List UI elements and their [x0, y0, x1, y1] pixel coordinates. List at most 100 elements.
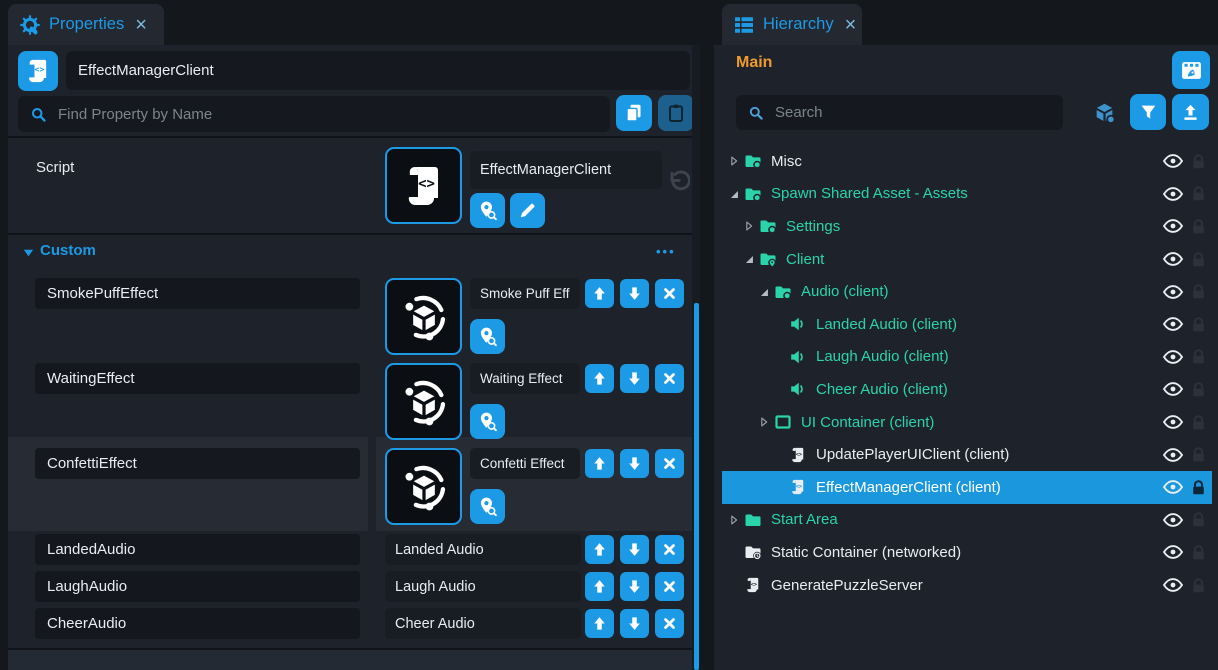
visibility-eye-icon[interactable] [1162, 541, 1184, 563]
tree-item-misc[interactable]: Misc [722, 145, 1212, 178]
tree-item-settings[interactable]: Settings [722, 210, 1212, 243]
collapsed-arrow-icon[interactable] [741, 219, 757, 233]
visibility-eye-icon[interactable] [1162, 476, 1184, 498]
hierarchy-search-field[interactable] [736, 95, 1063, 130]
asset-thumbnail[interactable] [385, 448, 462, 525]
collapsed-arrow-icon[interactable] [756, 415, 772, 429]
expanded-arrow-icon[interactable] [741, 252, 757, 266]
lock-icon[interactable] [1190, 414, 1207, 431]
script-edit-button[interactable] [510, 193, 545, 228]
tree-item-cheer-audio-client[interactable]: Cheer Audio (client) [722, 373, 1212, 406]
asset-thumbnail[interactable] [385, 363, 462, 440]
entity-value-field[interactable]: Cheer Audio [385, 608, 581, 639]
lock-icon[interactable] [1190, 218, 1207, 235]
collapsed-arrow-icon[interactable] [726, 154, 742, 168]
visibility-eye-icon[interactable] [1162, 509, 1184, 531]
lock-icon[interactable] [1190, 185, 1207, 202]
remove-button[interactable] [655, 535, 684, 564]
filter-button[interactable] [1130, 94, 1166, 130]
move-down-button[interactable] [620, 609, 649, 638]
visibility-eye-icon[interactable] [1162, 215, 1184, 237]
tree-item-start-area[interactable]: Start Area [722, 504, 1212, 537]
entity-value-field[interactable]: Laugh Audio [385, 571, 581, 602]
remove-button[interactable] [655, 449, 684, 478]
lock-icon[interactable] [1190, 316, 1207, 333]
tab-hierarchy-close-icon[interactable]: × [845, 15, 857, 35]
preview-world-button[interactable] [1172, 51, 1210, 89]
tree-item-laugh-audio-client[interactable]: Laugh Audio (client) [722, 341, 1212, 374]
tree-item-audio-client[interactable]: Audio (client) [722, 275, 1212, 308]
asset-value-field[interactable]: Waiting Effect [470, 363, 580, 394]
locate-asset-button[interactable] [470, 319, 505, 354]
visibility-eye-icon[interactable] [1162, 411, 1184, 433]
locate-asset-button[interactable] [470, 489, 505, 524]
property-search-field[interactable] [18, 96, 610, 132]
lock-icon[interactable] [1190, 446, 1207, 463]
tree-item-landed-audio-client[interactable]: Landed Audio (client) [722, 308, 1212, 341]
move-down-button[interactable] [620, 279, 649, 308]
move-up-button[interactable] [585, 449, 614, 478]
visibility-eye-icon[interactable] [1162, 346, 1184, 368]
move-up-button[interactable] [585, 572, 614, 601]
paste-properties-button[interactable] [658, 95, 694, 131]
lock-icon[interactable] [1190, 381, 1207, 398]
tab-properties[interactable]: Properties × [8, 4, 164, 45]
visibility-eye-icon[interactable] [1162, 378, 1184, 400]
locate-asset-button[interactable] [470, 404, 505, 439]
move-up-button[interactable] [585, 279, 614, 308]
move-down-button[interactable] [620, 572, 649, 601]
move-up-button[interactable] [585, 535, 614, 564]
collapsed-arrow-icon[interactable] [726, 513, 742, 527]
script-value-field[interactable]: EffectManagerClient [470, 151, 662, 189]
visibility-eye-icon[interactable] [1162, 313, 1184, 335]
tree-item-effectmanagerclient-client[interactable]: EffectManagerClient (client) [722, 471, 1212, 504]
tree-item-ui-container-client[interactable]: UI Container (client) [722, 406, 1212, 439]
lock-icon[interactable] [1190, 251, 1207, 268]
properties-scrollbar-thumb[interactable] [694, 303, 699, 670]
custom-section-menu-button[interactable]: ••• [656, 244, 676, 259]
tree-item-spawn-shared-asset-assets[interactable]: Spawn Shared Asset - Assets [722, 178, 1212, 211]
remove-button[interactable] [655, 572, 684, 601]
custom-section-caret-icon[interactable] [22, 246, 35, 259]
entity-value-field[interactable]: Landed Audio [385, 534, 581, 565]
move-down-button[interactable] [620, 535, 649, 564]
move-down-button[interactable] [620, 449, 649, 478]
visibility-eye-icon[interactable] [1162, 183, 1184, 205]
upload-button[interactable] [1172, 94, 1209, 130]
asset-value-field[interactable]: Confetti Effect [470, 448, 580, 479]
visibility-eye-icon[interactable] [1162, 150, 1184, 172]
copy-properties-button[interactable] [616, 95, 652, 131]
asset-thumbnail[interactable] [385, 278, 462, 355]
visibility-eye-icon[interactable] [1162, 574, 1184, 596]
asset-view-cube-icon[interactable] [1092, 101, 1117, 125]
visibility-eye-icon[interactable] [1162, 444, 1184, 466]
lock-icon[interactable] [1190, 479, 1207, 496]
script-thumbnail[interactable] [385, 147, 462, 224]
tree-item-updateplayeruiclient-client[interactable]: UpdatePlayerUIClient (client) [722, 438, 1212, 471]
property-search-input[interactable] [56, 105, 598, 124]
expanded-arrow-icon[interactable] [756, 285, 772, 299]
tree-item-client[interactable]: Client [722, 243, 1212, 276]
lock-icon[interactable] [1190, 511, 1207, 528]
tab-properties-close-icon[interactable]: × [135, 15, 147, 35]
script-name-input[interactable] [66, 51, 690, 90]
asset-value-field[interactable]: Smoke Puff Eff [470, 278, 580, 309]
expanded-arrow-icon[interactable] [726, 187, 742, 201]
lock-icon[interactable] [1190, 348, 1207, 365]
move-up-button[interactable] [585, 364, 614, 393]
visibility-eye-icon[interactable] [1162, 248, 1184, 270]
lock-icon[interactable] [1190, 544, 1207, 561]
hierarchy-search-input[interactable] [773, 103, 1051, 122]
lock-icon[interactable] [1190, 577, 1207, 594]
lock-icon[interactable] [1190, 153, 1207, 170]
tab-hierarchy[interactable]: Hierarchy × [722, 4, 862, 45]
remove-button[interactable] [655, 364, 684, 393]
tree-item-static-container-networked[interactable]: Static Container (networked) [722, 536, 1212, 569]
move-down-button[interactable] [620, 364, 649, 393]
lock-icon[interactable] [1190, 283, 1207, 300]
remove-button[interactable] [655, 609, 684, 638]
remove-button[interactable] [655, 279, 684, 308]
reset-property-icon[interactable] [666, 169, 690, 193]
move-up-button[interactable] [585, 609, 614, 638]
tree-item-generatepuzzleserver[interactable]: GeneratePuzzleServer [722, 569, 1212, 602]
